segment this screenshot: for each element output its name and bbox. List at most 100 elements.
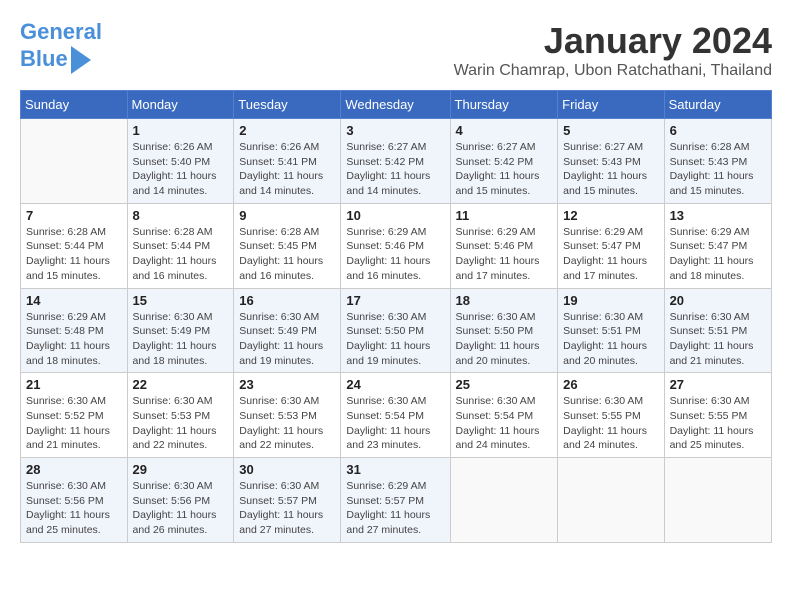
day-number: 18 [456,293,553,308]
day-number: 17 [346,293,444,308]
day-number: 14 [26,293,122,308]
weekday-header-thursday: Thursday [450,91,558,119]
logo: General Blue [20,20,102,74]
day-info: Sunrise: 6:30 AMSunset: 5:51 PMDaylight:… [563,310,658,369]
weekday-header-saturday: Saturday [664,91,771,119]
day-number: 26 [563,377,658,392]
day-number: 10 [346,208,444,223]
logo-text: General [20,20,102,44]
day-number: 25 [456,377,553,392]
day-info: Sunrise: 6:28 AMSunset: 5:44 PMDaylight:… [133,225,229,284]
day-number: 9 [239,208,335,223]
day-number: 11 [456,208,553,223]
weekday-header-friday: Friday [558,91,664,119]
weekday-header-row: SundayMondayTuesdayWednesdayThursdayFrid… [21,91,772,119]
day-number: 21 [26,377,122,392]
day-info: Sunrise: 6:30 AMSunset: 5:49 PMDaylight:… [133,310,229,369]
calendar-cell: 26 Sunrise: 6:30 AMSunset: 5:55 PMDayligh… [558,373,664,458]
day-number: 15 [133,293,229,308]
day-number: 13 [670,208,766,223]
weekday-header-wednesday: Wednesday [341,91,450,119]
day-info: Sunrise: 6:30 AMSunset: 5:53 PMDaylight:… [239,394,335,453]
calendar-cell: 25 Sunrise: 6:30 AMSunset: 5:54 PMDayligh… [450,373,558,458]
day-info: Sunrise: 6:29 AMSunset: 5:47 PMDaylight:… [563,225,658,284]
day-info: Sunrise: 6:30 AMSunset: 5:49 PMDaylight:… [239,310,335,369]
day-number: 4 [456,123,553,138]
day-number: 16 [239,293,335,308]
day-number: 31 [346,462,444,477]
weekday-header-sunday: Sunday [21,91,128,119]
day-info: Sunrise: 6:30 AMSunset: 5:53 PMDaylight:… [133,394,229,453]
title-block: January 2024 Warin Chamrap, Ubon Ratchat… [454,20,772,80]
day-info: Sunrise: 6:29 AMSunset: 5:47 PMDaylight:… [670,225,766,284]
calendar-cell: 16 Sunrise: 6:30 AMSunset: 5:49 PMDayligh… [234,288,341,373]
day-number: 27 [670,377,766,392]
calendar-cell [558,458,664,543]
calendar-cell [664,458,771,543]
day-number: 5 [563,123,658,138]
day-info: Sunrise: 6:29 AMSunset: 5:46 PMDaylight:… [456,225,553,284]
day-info: Sunrise: 6:30 AMSunset: 5:50 PMDaylight:… [456,310,553,369]
month-title: January 2024 [454,20,772,62]
calendar-cell: 17 Sunrise: 6:30 AMSunset: 5:50 PMDayligh… [341,288,450,373]
logo-arrow-icon [71,46,91,74]
page-header: General Blue January 2024 Warin Chamrap,… [20,20,772,80]
day-info: Sunrise: 6:30 AMSunset: 5:55 PMDaylight:… [670,394,766,453]
day-number: 12 [563,208,658,223]
calendar-cell: 27 Sunrise: 6:30 AMSunset: 5:55 PMDayligh… [664,373,771,458]
day-number: 24 [346,377,444,392]
calendar-week-row: 21 Sunrise: 6:30 AMSunset: 5:52 PMDayligh… [21,373,772,458]
day-info: Sunrise: 6:26 AMSunset: 5:40 PMDaylight:… [133,140,229,199]
day-info: Sunrise: 6:29 AMSunset: 5:57 PMDaylight:… [346,479,444,538]
day-number: 23 [239,377,335,392]
day-number: 1 [133,123,229,138]
day-number: 28 [26,462,122,477]
logo-blue: Blue [20,47,68,71]
calendar-cell [21,119,128,204]
day-info: Sunrise: 6:30 AMSunset: 5:57 PMDaylight:… [239,479,335,538]
day-info: Sunrise: 6:30 AMSunset: 5:50 PMDaylight:… [346,310,444,369]
calendar-cell: 21 Sunrise: 6:30 AMSunset: 5:52 PMDayligh… [21,373,128,458]
day-info: Sunrise: 6:29 AMSunset: 5:48 PMDaylight:… [26,310,122,369]
day-info: Sunrise: 6:30 AMSunset: 5:54 PMDaylight:… [456,394,553,453]
calendar-cell: 5 Sunrise: 6:27 AMSunset: 5:43 PMDaylight… [558,119,664,204]
calendar-cell: 30Sunrise: 6:30 AMSunset: 5:57 PMDayligh… [234,458,341,543]
day-info: Sunrise: 6:27 AMSunset: 5:42 PMDaylight:… [456,140,553,199]
calendar-cell [450,458,558,543]
calendar-cell: 15 Sunrise: 6:30 AMSunset: 5:49 PMDayligh… [127,288,234,373]
calendar-cell: 24 Sunrise: 6:30 AMSunset: 5:54 PMDayligh… [341,373,450,458]
calendar-cell: 8Sunrise: 6:28 AMSunset: 5:44 PMDaylight… [127,203,234,288]
weekday-header-monday: Monday [127,91,234,119]
day-info: Sunrise: 6:26 AMSunset: 5:41 PMDaylight:… [239,140,335,199]
day-info: Sunrise: 6:27 AMSunset: 5:43 PMDaylight:… [563,140,658,199]
calendar-cell: 28 Sunrise: 6:30 AMSunset: 5:56 PMDayligh… [21,458,128,543]
weekday-header-tuesday: Tuesday [234,91,341,119]
calendar-week-row: 28 Sunrise: 6:30 AMSunset: 5:56 PMDayligh… [21,458,772,543]
calendar-cell: 2 Sunrise: 6:26 AMSunset: 5:41 PMDaylight… [234,119,341,204]
day-info: Sunrise: 6:28 AMSunset: 5:45 PMDaylight:… [239,225,335,284]
calendar-cell: 20Sunrise: 6:30 AMSunset: 5:51 PMDayligh… [664,288,771,373]
day-number: 7 [26,208,122,223]
day-info: Sunrise: 6:30 AMSunset: 5:52 PMDaylight:… [26,394,122,453]
day-number: 6 [670,123,766,138]
calendar-cell: 1 Sunrise: 6:26 AMSunset: 5:40 PMDaylight… [127,119,234,204]
day-info: Sunrise: 6:30 AMSunset: 5:51 PMDaylight:… [670,310,766,369]
calendar-cell: 19Sunrise: 6:30 AMSunset: 5:51 PMDayligh… [558,288,664,373]
day-number: 2 [239,123,335,138]
calendar-week-row: 14 Sunrise: 6:29 AMSunset: 5:48 PMDayligh… [21,288,772,373]
day-info: Sunrise: 6:30 AMSunset: 5:56 PMDaylight:… [26,479,122,538]
calendar-cell: 6 Sunrise: 6:28 AMSunset: 5:43 PMDaylight… [664,119,771,204]
day-info: Sunrise: 6:30 AMSunset: 5:56 PMDaylight:… [133,479,229,538]
calendar-cell: 14 Sunrise: 6:29 AMSunset: 5:48 PMDayligh… [21,288,128,373]
day-info: Sunrise: 6:30 AMSunset: 5:54 PMDaylight:… [346,394,444,453]
calendar-cell: 12 Sunrise: 6:29 AMSunset: 5:47 PMDayligh… [558,203,664,288]
calendar-cell: 18 Sunrise: 6:30 AMSunset: 5:50 PMDayligh… [450,288,558,373]
calendar-week-row: 1 Sunrise: 6:26 AMSunset: 5:40 PMDaylight… [21,119,772,204]
calendar-cell: 29 Sunrise: 6:30 AMSunset: 5:56 PMDayligh… [127,458,234,543]
day-number: 29 [133,462,229,477]
day-info: Sunrise: 6:28 AMSunset: 5:43 PMDaylight:… [670,140,766,199]
day-info: Sunrise: 6:30 AMSunset: 5:55 PMDaylight:… [563,394,658,453]
calendar-cell: 31 Sunrise: 6:29 AMSunset: 5:57 PMDayligh… [341,458,450,543]
day-number: 3 [346,123,444,138]
logo-general: General [20,19,102,44]
